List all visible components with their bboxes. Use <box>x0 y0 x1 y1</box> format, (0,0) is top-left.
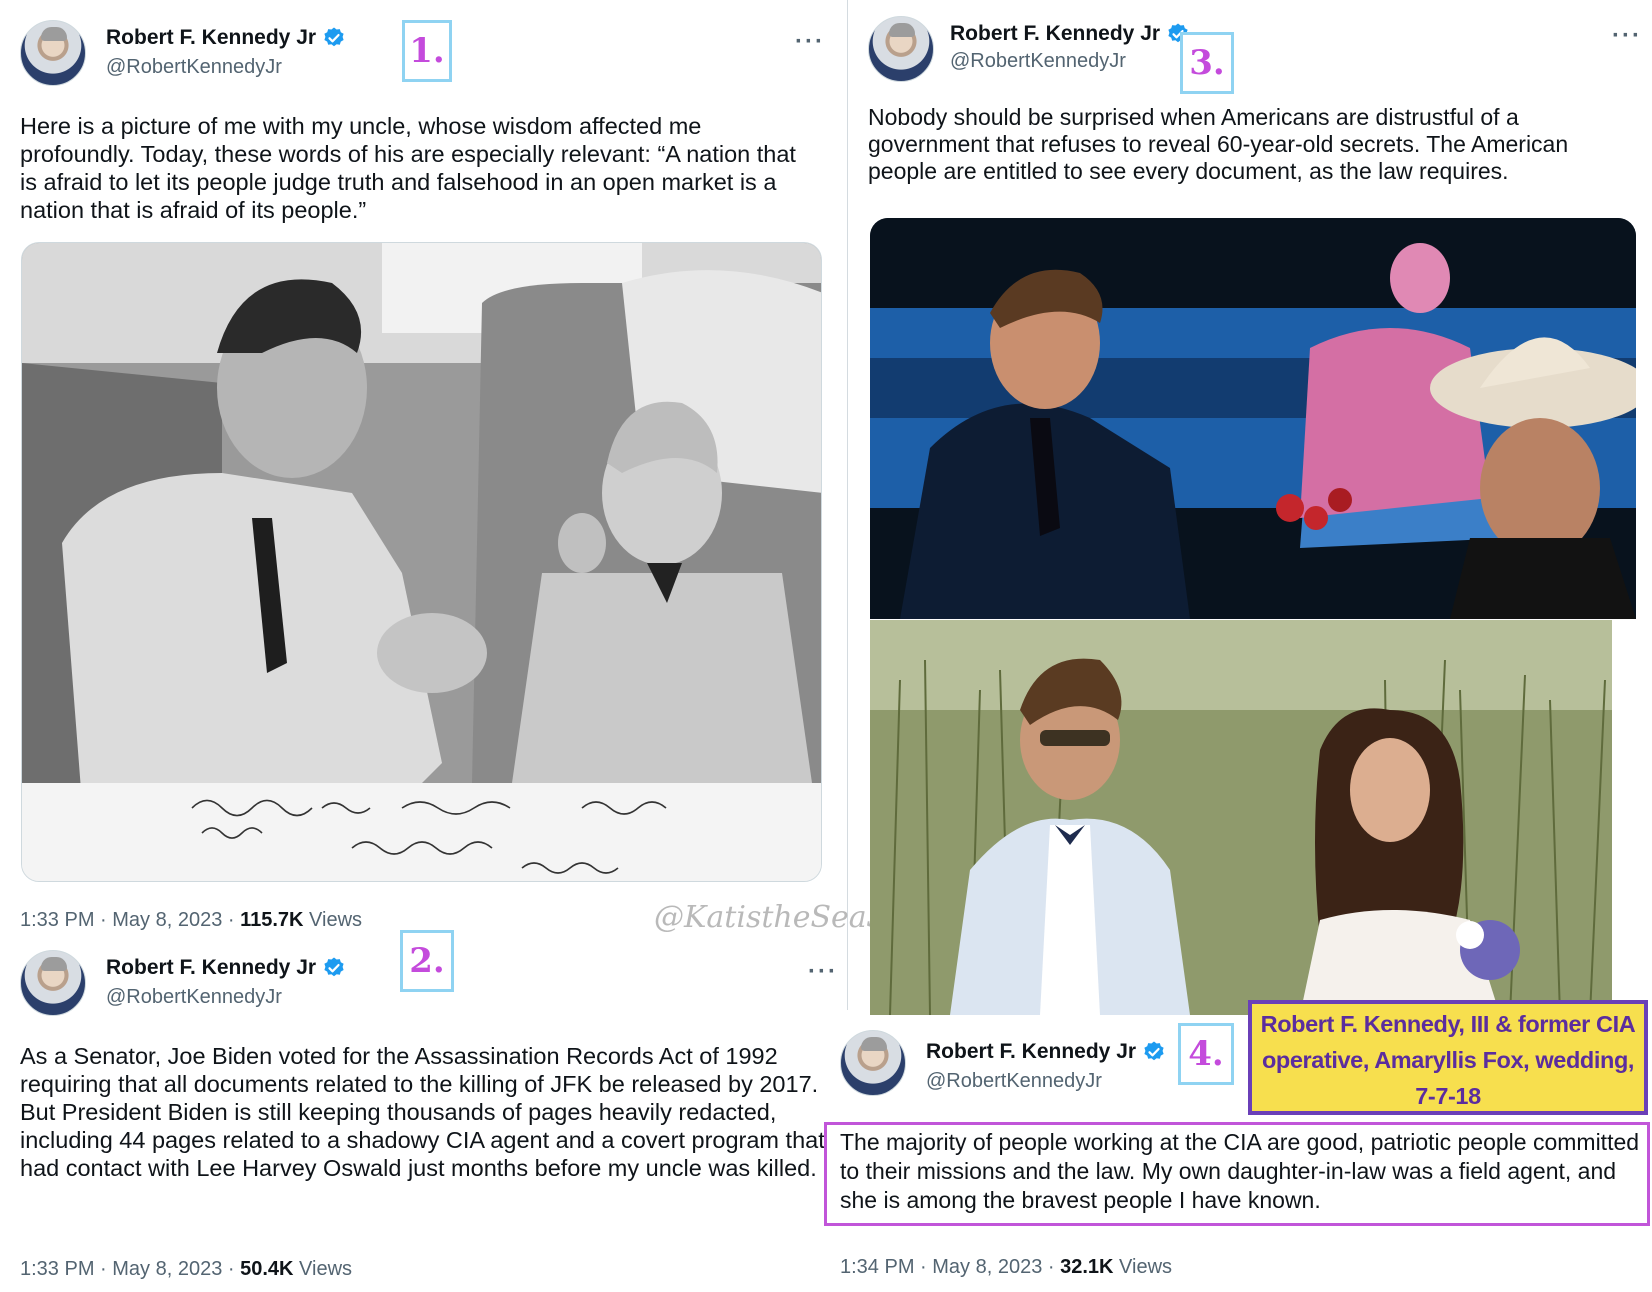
author-handle[interactable]: @RobertKennedyJr <box>106 56 282 79</box>
tweet-text: Here is a picture of me with my uncle, w… <box>20 113 796 223</box>
tweet-text: Nobody should be surprised when American… <box>868 104 1569 184</box>
watermark: @KatistheSea3 <box>654 900 886 935</box>
avatar[interactable] <box>840 1030 906 1096</box>
tweet-timestamp[interactable]: 1:33 PM · May 8, 2023 · <box>20 1258 240 1280</box>
views-label: Views <box>303 909 363 931</box>
more-options-icon[interactable]: ··· <box>808 960 838 984</box>
avatar[interactable] <box>868 16 934 82</box>
annotation-number-label: 3. <box>1180 32 1234 94</box>
wedding-photo <box>870 620 1612 1015</box>
tweet-meta: 1:33 PM · May 8, 2023 · 50.4K Views <box>20 1258 352 1281</box>
motorcade-photo <box>870 218 1636 619</box>
tweet-text: The majority of people working at the CI… <box>840 1129 1640 1213</box>
author-name-row[interactable]: Robert F. Kennedy Jr <box>926 1040 1166 1064</box>
author-name[interactable]: Robert F. Kennedy Jr <box>926 1040 1136 1064</box>
views-label: Views <box>1113 1256 1173 1278</box>
more-options-icon[interactable]: ··· <box>795 30 825 54</box>
author-handle[interactable]: @RobertKennedyJr <box>950 50 1126 73</box>
views-label: Views <box>293 1258 353 1280</box>
verified-badge-icon <box>324 27 344 47</box>
author-name-row[interactable]: Robert F. Kennedy Jr <box>950 22 1190 46</box>
avatar[interactable] <box>20 950 86 1016</box>
tweet-meta: 1:33 PM · May 8, 2023 · 115.7K Views <box>20 909 362 932</box>
column-divider <box>847 0 848 1010</box>
more-options-icon[interactable]: ··· <box>1612 24 1642 48</box>
view-count[interactable]: 50.4K <box>240 1258 293 1280</box>
avatar[interactable] <box>20 20 86 86</box>
verified-badge-icon <box>1144 1041 1164 1061</box>
annotation-number-label: 2. <box>400 930 454 992</box>
view-count[interactable]: 32.1K <box>1060 1256 1113 1278</box>
tweet-photo[interactable] <box>21 242 822 882</box>
photo-caption: Robert F. Kennedy, III & former CIA oper… <box>1248 1000 1648 1115</box>
author-name[interactable]: Robert F. Kennedy Jr <box>950 22 1160 46</box>
annotation-number-label: 4. <box>1178 1023 1234 1085</box>
author-handle[interactable]: @RobertKennedyJr <box>926 1070 1102 1093</box>
author-handle[interactable]: @RobertKennedyJr <box>106 986 282 1009</box>
jfk-with-nephew-photo <box>22 243 821 881</box>
tweet-photo-wedding[interactable] <box>870 620 1612 1015</box>
tweet-timestamp[interactable]: 1:33 PM · May 8, 2023 · <box>20 909 240 931</box>
author-name-row[interactable]: Robert F. Kennedy Jr <box>106 956 346 980</box>
verified-badge-icon <box>324 957 344 977</box>
author-name[interactable]: Robert F. Kennedy Jr <box>106 26 316 50</box>
tweet-text: As a Senator, Joe Biden voted for the As… <box>20 1043 825 1181</box>
view-count[interactable]: 115.7K <box>240 909 303 931</box>
tweet-photo-motorcade[interactable] <box>870 218 1636 619</box>
author-name[interactable]: Robert F. Kennedy Jr <box>106 956 316 980</box>
annotation-number-label: 1. <box>402 20 452 82</box>
author-name-row[interactable]: Robert F. Kennedy Jr <box>106 26 346 50</box>
tweet-meta: 1:34 PM · May 8, 2023 · 32.1K Views <box>840 1256 1172 1279</box>
tweet-timestamp[interactable]: 1:34 PM · May 8, 2023 · <box>840 1256 1060 1278</box>
